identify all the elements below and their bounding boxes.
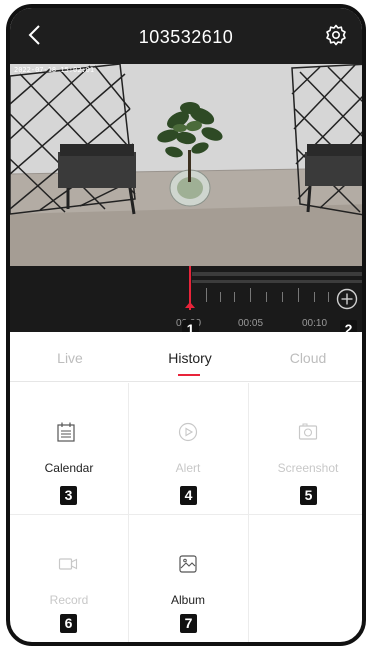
callout-badge: 3 [60,486,77,505]
timeline-tick [234,292,235,302]
timeline-label: 00:10 [302,318,328,329]
gear-icon[interactable] [324,23,348,47]
timeline-tick [328,292,329,302]
timeline-tick [298,288,299,302]
grid-divider [10,514,362,515]
video-timestamp: 2022-07-18 15:02:01 [14,66,95,74]
play-circle-icon [178,422,198,442]
plus-circle-icon[interactable] [336,288,358,310]
video-icon [58,558,78,570]
timeline-tick [314,292,315,302]
calendar-label: Calendar [44,461,94,475]
phone-frame: 103532610 2022-07-18 15:02:01 00:05 00:1… [6,4,366,646]
device-title: 103532610 [138,27,234,47]
camera-view[interactable]: 2022-07-18 15:02:01 [10,64,362,266]
image-icon [179,555,197,573]
timeline-tick [206,288,207,302]
callout-badge: 5 [300,486,317,505]
calendar-icon [57,422,75,442]
timeline-tick [250,288,251,302]
playhead-marker [185,302,195,308]
callout-badge: 4 [180,486,197,505]
timeline-track [192,280,362,283]
callout-badge: 7 [180,614,197,633]
record-label: Record [49,593,89,607]
album-label: Album [170,593,205,607]
alert-label: Alert [175,461,201,475]
callout-badge: 6 [60,614,77,633]
camera-icon [298,423,318,440]
tab-cloud[interactable]: Cloud [290,350,327,366]
mode-tabs: Live History Cloud [10,332,362,382]
screenshot-label: Screenshot [277,461,339,475]
app-header: 103532610 [10,8,362,64]
timeline-track [192,272,362,276]
tab-live[interactable]: Live [57,350,83,366]
timeline-label: 00:05 [238,318,264,329]
function-grid: Calendar Alert Screenshot Record Album [10,383,362,642]
timeline-tick [266,292,267,302]
timeline-tick [220,292,221,302]
active-tab-indicator [178,374,200,376]
tab-history[interactable]: History [168,350,212,366]
timeline-tick [282,292,283,302]
